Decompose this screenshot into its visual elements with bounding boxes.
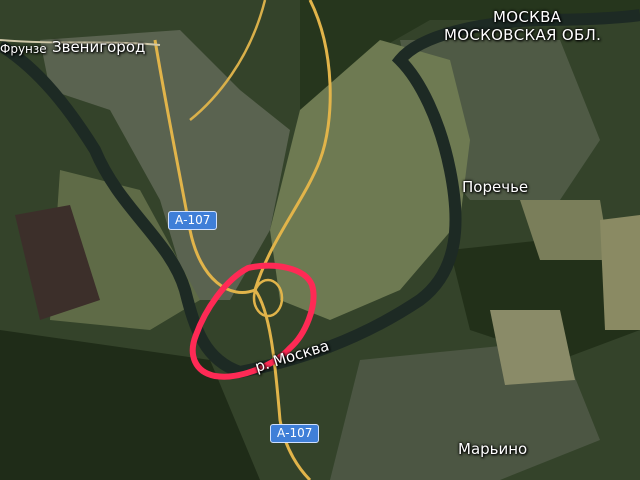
road-shield-a107: А-107	[270, 424, 320, 443]
map-imagery	[0, 0, 640, 480]
label-porechye: Поречье	[462, 178, 529, 196]
field-area	[490, 310, 575, 385]
label-zvenigorod: Звенигород	[52, 38, 146, 56]
label-moskovskaya-obl: МОСКОВСКАЯ ОБЛ.	[444, 26, 602, 44]
label-frunze: Фрунзе	[0, 42, 47, 56]
label-marino: Марьино	[458, 440, 528, 458]
road-shield-a107: А-107	[168, 211, 218, 230]
label-moskva: МОСКВА	[493, 8, 562, 26]
satellite-map[interactable]: Звенигород Фрунзе МОСКВА МОСКОВСКАЯ ОБЛ.…	[0, 0, 640, 480]
field-area	[600, 215, 640, 330]
